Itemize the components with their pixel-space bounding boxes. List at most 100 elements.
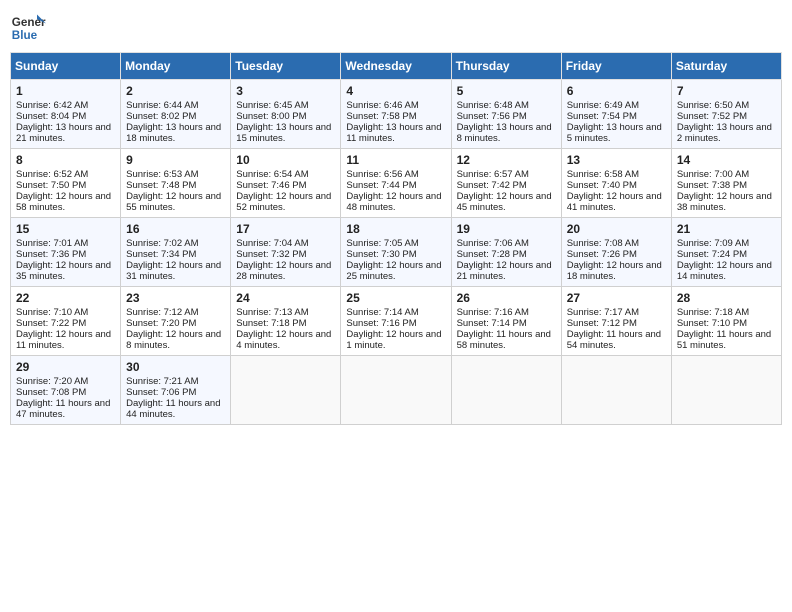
daylight-label: Daylight: 12 hours and 48 minutes. <box>346 191 441 213</box>
daylight-label: Daylight: 12 hours and 52 minutes. <box>236 191 331 213</box>
day-cell-25: 25Sunrise: 7:14 AMSunset: 7:16 PMDayligh… <box>341 287 451 356</box>
sunset-label: Sunset: 7:46 PM <box>236 180 306 191</box>
day-cell-26: 26Sunrise: 7:16 AMSunset: 7:14 PMDayligh… <box>451 287 561 356</box>
daylight-label: Daylight: 13 hours and 8 minutes. <box>457 122 552 144</box>
sunrise-label: Sunrise: 7:02 AM <box>126 238 198 249</box>
sunset-label: Sunset: 7:30 PM <box>346 249 416 260</box>
sunset-label: Sunset: 7:54 PM <box>567 111 637 122</box>
day-cell-17: 17Sunrise: 7:04 AMSunset: 7:32 PMDayligh… <box>231 218 341 287</box>
day-cell-27: 27Sunrise: 7:17 AMSunset: 7:12 PMDayligh… <box>561 287 671 356</box>
daylight-label: Daylight: 12 hours and 58 minutes. <box>16 191 111 213</box>
sunrise-label: Sunrise: 7:20 AM <box>16 376 88 387</box>
daylight-label: Daylight: 12 hours and 31 minutes. <box>126 260 221 282</box>
sunset-label: Sunset: 7:18 PM <box>236 318 306 329</box>
daylight-label: Daylight: 11 hours and 54 minutes. <box>567 329 661 351</box>
sunrise-label: Sunrise: 6:46 AM <box>346 100 418 111</box>
daylight-label: Daylight: 11 hours and 44 minutes. <box>126 398 220 420</box>
sunrise-label: Sunrise: 7:18 AM <box>677 307 749 318</box>
day-header-monday: Monday <box>121 53 231 80</box>
sunset-label: Sunset: 7:20 PM <box>126 318 196 329</box>
day-number: 22 <box>16 291 115 305</box>
sunrise-label: Sunrise: 6:52 AM <box>16 169 88 180</box>
daylight-label: Daylight: 12 hours and 11 minutes. <box>16 329 111 351</box>
day-header-saturday: Saturday <box>671 53 781 80</box>
sunrise-label: Sunrise: 7:08 AM <box>567 238 639 249</box>
sunset-label: Sunset: 7:56 PM <box>457 111 527 122</box>
sunset-label: Sunset: 8:00 PM <box>236 111 306 122</box>
sunrise-label: Sunrise: 6:50 AM <box>677 100 749 111</box>
day-number: 29 <box>16 360 115 374</box>
day-number: 27 <box>567 291 666 305</box>
sunrise-label: Sunrise: 6:42 AM <box>16 100 88 111</box>
day-cell-9: 9Sunrise: 6:53 AMSunset: 7:48 PMDaylight… <box>121 149 231 218</box>
day-number: 23 <box>126 291 225 305</box>
sunrise-label: Sunrise: 6:58 AM <box>567 169 639 180</box>
daylight-label: Daylight: 13 hours and 11 minutes. <box>346 122 441 144</box>
daylight-label: Daylight: 13 hours and 21 minutes. <box>16 122 111 144</box>
day-number: 21 <box>677 222 776 236</box>
day-number: 8 <box>16 153 115 167</box>
day-number: 16 <box>126 222 225 236</box>
sunrise-label: Sunrise: 6:53 AM <box>126 169 198 180</box>
sunset-label: Sunset: 7:40 PM <box>567 180 637 191</box>
day-number: 24 <box>236 291 335 305</box>
day-number: 13 <box>567 153 666 167</box>
sunrise-label: Sunrise: 7:09 AM <box>677 238 749 249</box>
day-header-friday: Friday <box>561 53 671 80</box>
sunset-label: Sunset: 7:12 PM <box>567 318 637 329</box>
sunrise-label: Sunrise: 7:10 AM <box>16 307 88 318</box>
sunrise-label: Sunrise: 6:54 AM <box>236 169 308 180</box>
empty-cell <box>341 356 451 425</box>
day-cell-1: 1 Sunrise: 6:42 AMSunset: 8:04 PMDaylight… <box>11 80 121 149</box>
sunrise-label: Sunrise: 6:57 AM <box>457 169 529 180</box>
sunset-label: Sunset: 7:48 PM <box>126 180 196 191</box>
sunset-label: Sunset: 7:10 PM <box>677 318 747 329</box>
day-cell-30: 30Sunrise: 7:21 AMSunset: 7:06 PMDayligh… <box>121 356 231 425</box>
day-number: 26 <box>457 291 556 305</box>
day-number: 11 <box>346 153 445 167</box>
day-cell-16: 16Sunrise: 7:02 AMSunset: 7:34 PMDayligh… <box>121 218 231 287</box>
day-number: 1 <box>16 84 115 98</box>
sunset-label: Sunset: 7:44 PM <box>346 180 416 191</box>
sunrise-label: Sunrise: 7:01 AM <box>16 238 88 249</box>
daylight-label: Daylight: 13 hours and 15 minutes. <box>236 122 331 144</box>
sunrise-label: Sunrise: 7:04 AM <box>236 238 308 249</box>
sunrise-label: Sunrise: 6:49 AM <box>567 100 639 111</box>
sunrise-label: Sunrise: 7:06 AM <box>457 238 529 249</box>
sunset-label: Sunset: 7:58 PM <box>346 111 416 122</box>
day-cell-3: 3Sunrise: 6:45 AMSunset: 8:00 PMDaylight… <box>231 80 341 149</box>
sunrise-label: Sunrise: 7:00 AM <box>677 169 749 180</box>
day-cell-18: 18Sunrise: 7:05 AMSunset: 7:30 PMDayligh… <box>341 218 451 287</box>
day-number: 19 <box>457 222 556 236</box>
day-header-wednesday: Wednesday <box>341 53 451 80</box>
day-number: 9 <box>126 153 225 167</box>
daylight-label: Daylight: 13 hours and 5 minutes. <box>567 122 662 144</box>
sunset-label: Sunset: 7:06 PM <box>126 387 196 398</box>
day-number: 18 <box>346 222 445 236</box>
day-cell-20: 20Sunrise: 7:08 AMSunset: 7:26 PMDayligh… <box>561 218 671 287</box>
daylight-label: Daylight: 13 hours and 18 minutes. <box>126 122 221 144</box>
day-cell-12: 12Sunrise: 6:57 AMSunset: 7:42 PMDayligh… <box>451 149 561 218</box>
day-number: 17 <box>236 222 335 236</box>
logo-icon: General Blue <box>10 10 46 46</box>
sunrise-label: Sunrise: 6:45 AM <box>236 100 308 111</box>
day-number: 7 <box>677 84 776 98</box>
sunset-label: Sunset: 7:36 PM <box>16 249 86 260</box>
day-number: 30 <box>126 360 225 374</box>
sunset-label: Sunset: 7:28 PM <box>457 249 527 260</box>
day-cell-4: 4Sunrise: 6:46 AMSunset: 7:58 PMDaylight… <box>341 80 451 149</box>
day-header-thursday: Thursday <box>451 53 561 80</box>
day-cell-22: 22 Sunrise: 7:10 AMSunset: 7:22 PMDayligh… <box>11 287 121 356</box>
sunset-label: Sunset: 8:04 PM <box>16 111 86 122</box>
sunset-label: Sunset: 7:42 PM <box>457 180 527 191</box>
day-cell-28: 28Sunrise: 7:18 AMSunset: 7:10 PMDayligh… <box>671 287 781 356</box>
day-cell-6: 6Sunrise: 6:49 AMSunset: 7:54 PMDaylight… <box>561 80 671 149</box>
daylight-label: Daylight: 12 hours and 28 minutes. <box>236 260 331 282</box>
daylight-label: Daylight: 12 hours and 14 minutes. <box>677 260 772 282</box>
day-cell-21: 21Sunrise: 7:09 AMSunset: 7:24 PMDayligh… <box>671 218 781 287</box>
sunset-label: Sunset: 7:22 PM <box>16 318 86 329</box>
day-number: 5 <box>457 84 556 98</box>
daylight-label: Daylight: 12 hours and 25 minutes. <box>346 260 441 282</box>
day-cell-24: 24Sunrise: 7:13 AMSunset: 7:18 PMDayligh… <box>231 287 341 356</box>
empty-cell <box>231 356 341 425</box>
